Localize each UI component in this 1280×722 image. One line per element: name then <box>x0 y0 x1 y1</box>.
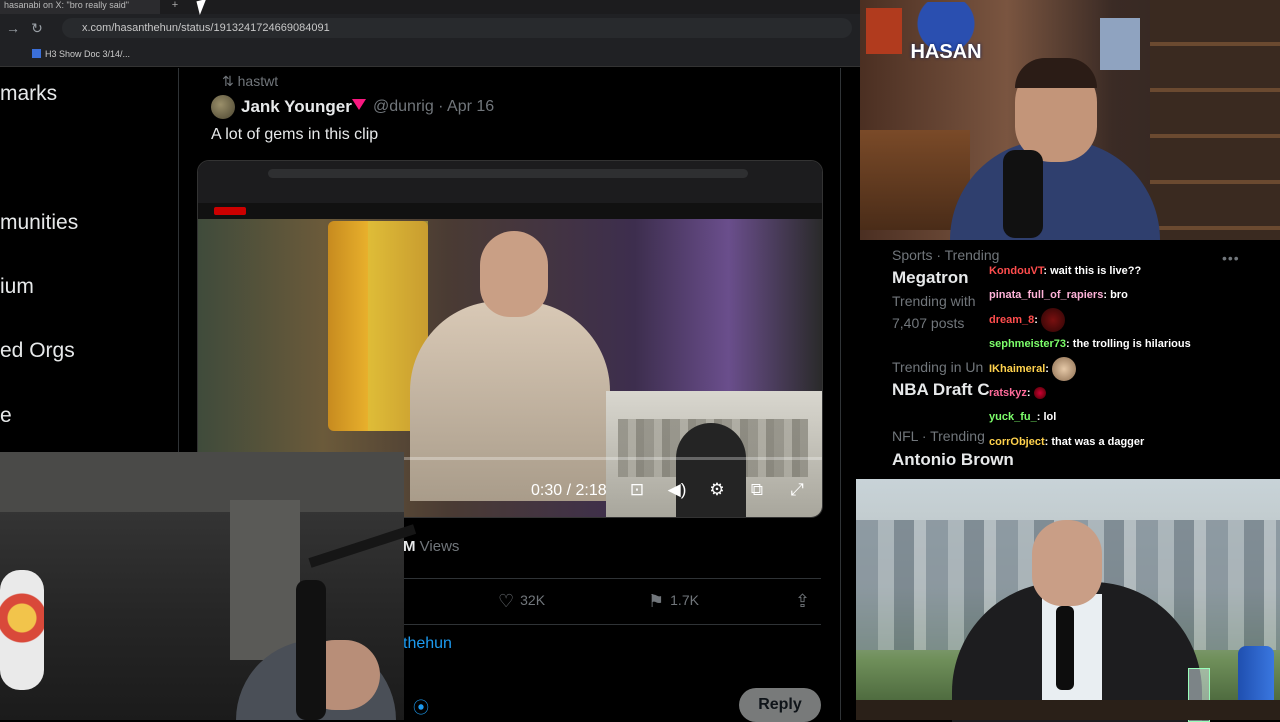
chat-user: corrObject <box>989 436 1045 448</box>
chat-message: corrObject: that was a dagger <box>989 436 1145 448</box>
chat-text: the trolling is hilarious <box>1072 338 1191 350</box>
chat-emote-icon <box>1033 387 1046 400</box>
youtube-logo-icon <box>214 207 246 215</box>
trend-name[interactable]: Antonio Brown <box>892 450 1014 470</box>
bookmark-icon: ⚑ <box>648 591 665 611</box>
author-name[interactable]: Jank Younger <box>241 97 352 117</box>
microphone <box>1003 150 1043 238</box>
video-person-head <box>480 231 548 317</box>
settings-icon[interactable]: ⚙ <box>706 479 728 501</box>
plush-toy <box>0 570 44 690</box>
sidebar-item-communities[interactable]: munities <box>0 211 78 235</box>
shelf <box>1150 0 1280 240</box>
trend-meta: NFL · Trending <box>892 428 985 444</box>
chat-emote-icon <box>1041 308 1065 332</box>
trend-name[interactable]: Megatron <box>892 268 969 288</box>
verified-heart-icon <box>352 99 366 110</box>
divider <box>403 578 821 579</box>
host-head <box>1032 520 1102 606</box>
like-button[interactable]: ♡ 32K <box>498 591 545 612</box>
chat-message: KondouVT: wait this is live?? <box>989 265 1142 277</box>
share-button[interactable]: ⇪ <box>795 591 816 612</box>
chat-user: yuck_fu_ <box>989 411 1037 423</box>
location-icon[interactable]: ⦿ <box>413 694 429 718</box>
chat-user: pinata_full_of_rapiers <box>989 289 1104 301</box>
poster <box>1100 18 1140 70</box>
microphone <box>296 580 326 720</box>
chat-user: dream_8 <box>989 313 1035 326</box>
chat-user: ratskyz <box>989 387 1027 399</box>
forward-icon[interactable]: → <box>4 18 22 38</box>
volume-icon[interactable]: ◀) <box>666 479 688 501</box>
reload-icon[interactable]: ↻ <box>28 18 46 38</box>
doorway <box>230 500 300 660</box>
pip-icon[interactable]: ⧉ <box>746 479 768 501</box>
chat-message: yuck_fu_: lol <box>989 411 1057 423</box>
trend-name[interactable]: NBA Draft C <box>892 380 990 400</box>
bookmark-label: H3 Show Doc 3/14/... <box>45 49 131 59</box>
video-inner-browser <box>198 161 822 203</box>
new-tab-button[interactable]: + <box>168 0 182 12</box>
chat-text: bro <box>1110 289 1128 301</box>
tweet-text: A lot of gems in this clip <box>211 126 379 143</box>
trend-posts: 7,407 posts <box>892 315 965 331</box>
video-person-body <box>410 301 610 501</box>
trend-meta: Trending in Un <box>892 359 984 375</box>
video-inner-youtube-bar <box>198 203 822 219</box>
divider <box>403 624 821 625</box>
chat-user: KondouVT <box>989 265 1044 277</box>
chat-message: dream_8: <box>989 308 1065 332</box>
desk <box>856 700 1280 720</box>
chat-text: that was a dagger <box>1051 436 1145 448</box>
trend-meta: Sports · Trending <box>892 247 1000 263</box>
chat-text: wait this is live?? <box>1050 265 1142 277</box>
avatar[interactable] <box>211 95 235 119</box>
fullscreen-icon[interactable]: ⤢ <box>786 479 808 501</box>
bookmark-h3-show-doc[interactable]: H3 Show Doc 3/14/... <box>32 45 130 63</box>
chat-user: IKhaimeral <box>989 362 1046 375</box>
x-sidebar <box>0 68 179 452</box>
repost-icon: ⇅ <box>222 73 238 89</box>
microphone <box>1056 606 1074 690</box>
address-bar[interactable]: x.com/hasanthehun/status/191324172466908… <box>62 18 852 38</box>
chat-text: lol <box>1043 411 1057 423</box>
replying-to-handle[interactable]: thehun <box>403 635 452 653</box>
repost-label: ⇅ hastwt <box>222 73 278 90</box>
sidebar-item-more[interactable]: e <box>0 404 12 428</box>
repost-user[interactable]: hastwt <box>238 73 278 89</box>
poster <box>866 8 902 54</box>
captions-icon[interactable]: ⊡ <box>626 479 648 501</box>
author-handle[interactable]: @dunrig · Apr 16 <box>373 98 494 116</box>
chat-emote-icon <box>1051 357 1076 381</box>
ceiling <box>0 452 404 512</box>
hasan-logo: HASAN <box>905 2 987 64</box>
chat-user: sephmeister73 <box>989 338 1067 350</box>
sidebar-item-premium[interactable]: ium <box>0 275 34 299</box>
reply-button[interactable]: Reply <box>739 688 821 722</box>
bookmark-button[interactable]: ⚑ 1.7K <box>648 591 699 612</box>
video-pip-host <box>676 423 746 517</box>
more-icon[interactable]: ••• <box>1222 250 1240 266</box>
browser-tab[interactable]: hasanabi on X: "bro really said" <box>0 0 160 14</box>
sidebar-item-verified-orgs[interactable]: ed Orgs <box>0 339 75 363</box>
video-timecode: 0:30 / 2:18 <box>531 482 607 499</box>
chat-message: sephmeister73: the trolling is hilarious <box>989 338 1191 350</box>
trend-sub: Trending with <box>892 293 976 309</box>
share-icon: ⇪ <box>795 591 811 611</box>
doc-icon <box>32 49 41 58</box>
heart-icon: ♡ <box>498 591 515 611</box>
chat-message: IKhaimeral: <box>989 357 1076 381</box>
views-count: M Views <box>403 538 460 555</box>
chat-message: ratskyz: <box>989 387 1046 400</box>
sidebar-item-bookmarks[interactable]: marks <box>0 82 57 106</box>
chat-message: pinata_full_of_rapiers: bro <box>989 289 1128 301</box>
